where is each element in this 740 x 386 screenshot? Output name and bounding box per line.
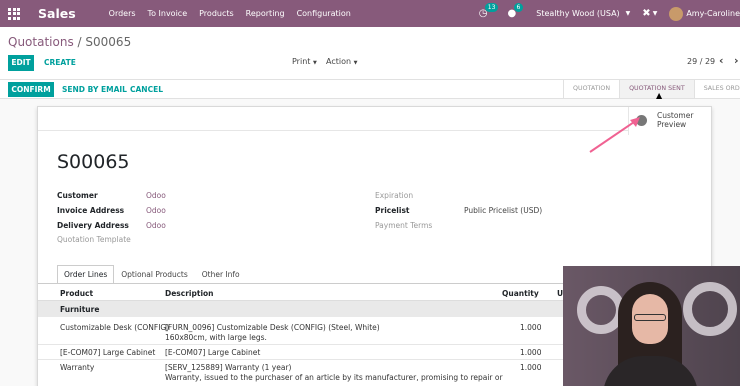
- header-description[interactable]: Description: [165, 289, 214, 298]
- row-quantity: 1.000: [520, 323, 542, 332]
- menu-products[interactable]: Products: [199, 9, 234, 18]
- user-menu[interactable]: Amy-Caroline: [686, 9, 740, 18]
- edit-button[interactable]: EDIT: [8, 55, 34, 71]
- row-description: [FURN_0096] Customizable Desk (CONFIG) (…: [165, 323, 380, 332]
- menu-configuration[interactable]: Configuration: [297, 9, 351, 18]
- confirm-button[interactable]: CONFIRM: [8, 82, 54, 97]
- action-dropdown[interactable]: Action ▼: [326, 57, 357, 66]
- stage-pipeline: QUOTATION QUOTATION SENT SALES ORDER: [563, 80, 740, 98]
- row-description-line2: Warranty, issued to the purchaser of an …: [165, 373, 503, 382]
- tab-other-info[interactable]: Other Info: [195, 265, 247, 284]
- expiration-label: Expiration: [375, 191, 414, 200]
- chevron-down-icon: ▼: [312, 60, 317, 66]
- row-product: Warranty: [60, 363, 95, 372]
- tab-order-lines[interactable]: Order Lines: [57, 265, 115, 284]
- stage-quotation[interactable]: QUOTATION: [564, 80, 621, 98]
- header-product[interactable]: Product: [60, 289, 93, 298]
- quotation-template-label: Quotation Template: [57, 235, 131, 244]
- notebook-tabs: Order Lines Optional Products Other Info: [57, 265, 247, 284]
- apps-grid-icon[interactable]: [0, 0, 28, 27]
- customer-field[interactable]: Odoo: [146, 191, 166, 200]
- invoice-address-label: Invoice Address: [57, 206, 125, 215]
- section-label: Furniture: [60, 305, 100, 314]
- menu-orders[interactable]: Orders: [109, 9, 136, 18]
- create-button[interactable]: CREATE: [44, 55, 76, 71]
- presenter-video: [563, 266, 740, 386]
- row-product: Customizable Desk (CONFIG): [60, 323, 170, 332]
- delivery-address-field[interactable]: Odoo: [146, 221, 166, 230]
- order-title: S00065: [57, 151, 130, 173]
- print-dropdown[interactable]: Print ▼: [292, 57, 317, 66]
- delivery-address-label: Delivery Address: [57, 221, 129, 230]
- chevron-down-icon[interactable]: ▼: [653, 10, 658, 17]
- row-description: [E-COM07] Large Cabinet: [165, 348, 261, 357]
- activity-count-badge: 13: [484, 3, 499, 12]
- app-brand[interactable]: Sales: [38, 6, 76, 21]
- row-description-line2: 160x80cm, with large legs.: [165, 333, 267, 342]
- menu-to-invoice[interactable]: To Invoice: [148, 9, 188, 18]
- company-switcher[interactable]: Stealthy Wood (USA): [536, 9, 619, 18]
- send-by-email-button[interactable]: SEND BY EMAIL: [62, 82, 127, 97]
- breadcrumb-separator: /: [77, 35, 82, 49]
- invoice-address-field[interactable]: Odoo: [146, 206, 166, 215]
- annotation-arrow: [589, 117, 640, 153]
- mouse-cursor-icon: ▲: [656, 91, 663, 100]
- print-label: Print: [292, 57, 311, 66]
- customer-label: Customer: [57, 191, 98, 200]
- breadcrumb-quotations[interactable]: Quotations: [8, 35, 74, 49]
- avatar[interactable]: [669, 6, 684, 21]
- messages-count-badge: 6: [513, 3, 524, 12]
- cancel-button[interactable]: CANCEL: [130, 82, 163, 97]
- header-quantity[interactable]: Quantity: [502, 289, 539, 298]
- action-label: Action: [326, 57, 352, 66]
- row-quantity: 1.000: [520, 348, 542, 357]
- chat-icon[interactable]: ● 6: [508, 3, 524, 19]
- breadcrumb: Quotations / S00065: [8, 35, 131, 49]
- status-bar: CONFIRM SEND BY EMAIL CANCEL QUOTATION Q…: [0, 79, 740, 99]
- pricelist-label: Pricelist: [375, 206, 410, 215]
- top-navbar: Sales Orders To Invoice Products Reporti…: [0, 0, 740, 27]
- chevron-left-icon[interactable]: ‹: [719, 54, 724, 67]
- row-description: [SERV_125889] Warranty (1 year): [165, 363, 292, 372]
- bug-icon[interactable]: ✖: [642, 8, 650, 19]
- stage-sales-order[interactable]: SALES ORDER: [695, 80, 740, 98]
- row-product: [E-COM07] Large Cabinet: [60, 348, 156, 357]
- clock-icon[interactable]: ◷ 13: [479, 3, 499, 19]
- tab-optional-products[interactable]: Optional Products: [114, 265, 194, 284]
- chevron-right-icon[interactable]: ›: [734, 54, 739, 67]
- row-quantity: 1.000: [520, 363, 542, 372]
- customer-preview-label: Customer Preview: [657, 111, 694, 129]
- breadcrumb-current: S00065: [85, 35, 132, 49]
- pager-value[interactable]: 29 / 29: [687, 57, 715, 66]
- pricelist-field[interactable]: Public Pricelist (USD): [464, 206, 542, 215]
- menu-reporting[interactable]: Reporting: [246, 9, 285, 18]
- chevron-down-icon[interactable]: ▼: [626, 10, 631, 17]
- payment-terms-label: Payment Terms: [375, 221, 433, 230]
- chevron-down-icon: ▼: [353, 60, 358, 66]
